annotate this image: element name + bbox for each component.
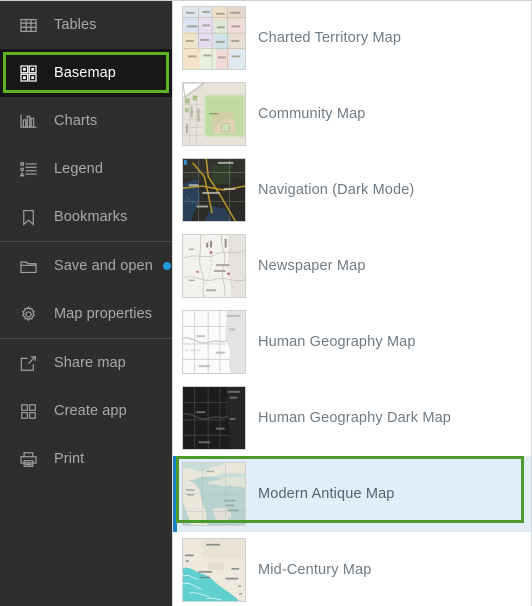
sidebar-item-label: Map properties <box>54 306 153 322</box>
sidebar-item-legend[interactable]: Legend <box>0 145 172 193</box>
bookmark-icon <box>18 207 38 227</box>
basemap-item-label: Navigation (Dark Mode) <box>258 182 415 198</box>
printer-icon <box>18 449 38 469</box>
basemap-thumbnail-modern-antique <box>182 462 246 526</box>
notification-dot <box>162 262 171 270</box>
sidebar-item-charts[interactable]: Charts <box>0 97 172 145</box>
basemap-list-item[interactable]: Newspaper Map <box>173 228 532 304</box>
basemap-thumbnail-navigation-dark <box>182 158 246 222</box>
sidebar-item-tables[interactable]: Tables <box>0 1 172 49</box>
basemap-list-item[interactable]: Human Geography Map <box>173 304 532 380</box>
grid-apps-icon <box>18 401 38 421</box>
sidebar-item-basemap[interactable]: Basemap <box>0 49 172 97</box>
basemap-thumbnail-community <box>182 82 246 146</box>
sidebar-item-label: Charts <box>54 113 98 129</box>
basemap-item-label: Community Map <box>258 106 366 122</box>
basemap-list: Charted Territory Map Community Map Naviga… <box>173 0 532 606</box>
sidebar-group-1: Save and open Map properties <box>0 241 172 338</box>
basemap-thumbnail-human-geography-dark <box>182 386 246 450</box>
basemap-thumbnail-human-geography <box>182 310 246 374</box>
basemap-list-item[interactable]: Modern Antique Map <box>173 456 532 532</box>
basemap-thumbnail-mid-century <box>182 538 246 602</box>
basemap-list-item[interactable]: Charted Territory Map <box>173 0 532 76</box>
folder-icon <box>18 256 38 276</box>
sidebar-item-map-properties[interactable]: Map properties <box>0 290 172 338</box>
gear-icon <box>18 304 38 324</box>
basemap-item-label: Human Geography Dark Map <box>258 410 451 426</box>
sidebar-item-create-app[interactable]: Create app <box>0 387 172 435</box>
sidebar-item-label: Create app <box>54 403 127 419</box>
sidebar-item-label: Legend <box>54 161 103 177</box>
basemap-thumbnail-newspaper <box>182 234 246 298</box>
table-icon <box>18 15 38 35</box>
basemap-list-item[interactable]: Community Map <box>173 76 532 152</box>
basemap-grid-icon <box>18 63 38 83</box>
basemap-item-label: Human Geography Map <box>258 334 416 350</box>
panel-top-edge <box>0 0 532 1</box>
sidebar-item-label: Save and open <box>54 258 153 274</box>
sidebar-item-label: Bookmarks <box>54 209 128 225</box>
sidebar-item-label: Basemap <box>54 65 116 81</box>
basemap-item-label: Mid-Century Map <box>258 562 372 578</box>
sidebar-item-label: Share map <box>54 355 126 371</box>
basemap-list-item[interactable]: Human Geography Dark Map <box>173 380 532 456</box>
basemap-item-label: Modern Antique Map <box>258 486 395 502</box>
sidebar-group-2: Share map Create app Print <box>0 338 172 483</box>
sidebar-item-bookmarks[interactable]: Bookmarks <box>0 193 172 241</box>
basemap-thumbnail-charted-territory <box>182 6 246 70</box>
chart-bars-icon <box>18 111 38 131</box>
sidebar-item-share-map[interactable]: Share map <box>0 339 172 387</box>
sidebar-item-label: Tables <box>54 17 97 33</box>
basemap-list-item[interactable]: Navigation (Dark Mode) <box>173 152 532 228</box>
share-icon <box>18 353 38 373</box>
sidebar-group-0: Tables Basemap Charts Legend Bookmarks <box>0 1 172 241</box>
basemap-item-label: Newspaper Map <box>258 258 366 274</box>
sidebar-item-print[interactable]: Print <box>0 435 172 483</box>
sidebar-item-label: Print <box>54 451 85 467</box>
sidebar-item-save-and-open[interactable]: Save and open <box>0 242 172 290</box>
basemap-item-label: Charted Territory Map <box>258 30 402 46</box>
basemap-gallery-panel: Tables Basemap Charts Legend Bookmarks Save a… <box>0 0 532 606</box>
basemap-list-panel[interactable]: Charted Territory Map Community Map Naviga… <box>172 0 532 606</box>
legend-list-icon <box>18 159 38 179</box>
basemap-list-item[interactable]: Mid-Century Map <box>173 532 532 606</box>
left-sidebar: Tables Basemap Charts Legend Bookmarks Save a… <box>0 0 172 606</box>
